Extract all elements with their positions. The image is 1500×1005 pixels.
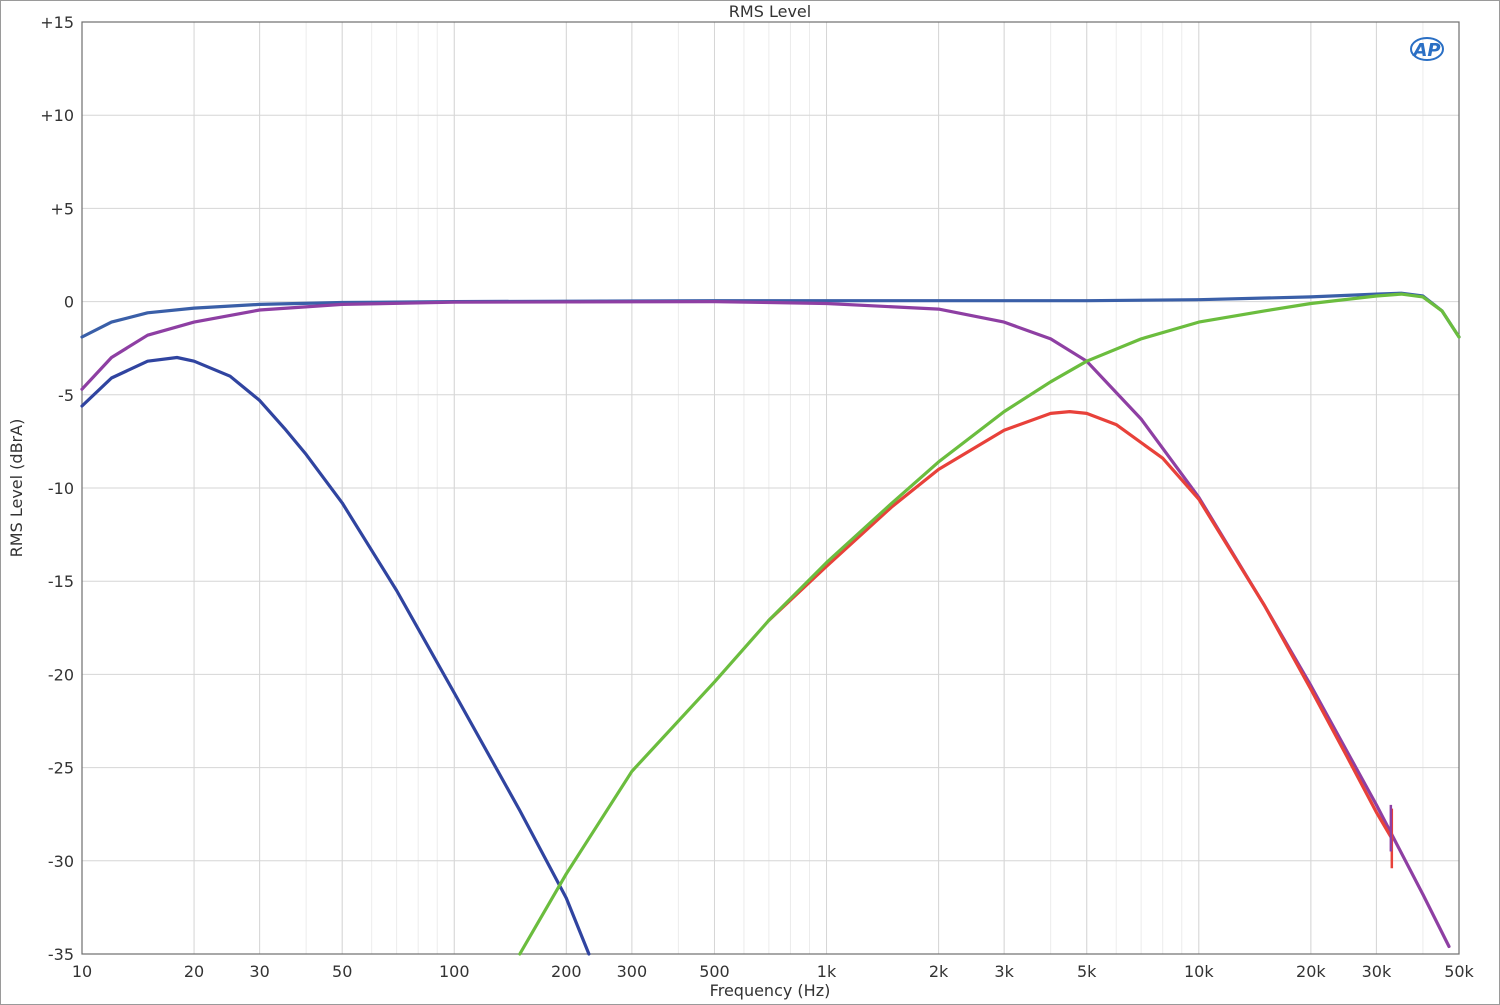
y-tick-label: -15 xyxy=(48,572,74,591)
major-gridlines xyxy=(82,22,1459,954)
x-tick-label: 300 xyxy=(617,962,648,981)
y-tick-labels: +15 +10 +5 0 -5 -10 -15 -20 -25 -30 -35 xyxy=(40,13,74,964)
x-tick-label: 10k xyxy=(1184,962,1214,981)
x-tick-label: 3k xyxy=(994,962,1014,981)
y-tick-label: -25 xyxy=(48,759,74,778)
x-tick-label: 20 xyxy=(184,962,204,981)
y-tick-label: +10 xyxy=(40,106,74,125)
y-tick-label: -35 xyxy=(48,945,74,964)
y-tick-label: -20 xyxy=(48,665,74,684)
y-tick-label: +5 xyxy=(50,199,74,218)
x-tick-label: 5k xyxy=(1077,962,1097,981)
x-tick-label: 2k xyxy=(929,962,949,981)
x-tick-label: 200 xyxy=(551,962,582,981)
series-layer xyxy=(80,291,1461,956)
y-tick-label: -30 xyxy=(48,852,74,871)
series-line-5 xyxy=(518,292,1461,956)
series-line-3 xyxy=(80,355,591,956)
x-tick-label: 100 xyxy=(439,962,470,981)
y-tick-label: -10 xyxy=(48,479,74,498)
x-tick-label: 30k xyxy=(1362,962,1392,981)
y-tick-label: +15 xyxy=(40,13,74,32)
x-tick-label: 20k xyxy=(1296,962,1326,981)
chart-title: RMS Level xyxy=(729,2,811,21)
x-tick-label: 500 xyxy=(699,962,730,981)
rms-level-chart: RMS Level +15+10+50-5-10-15-20-25-30-35 … xyxy=(7,2,1475,1000)
x-axis-label: Frequency (Hz) xyxy=(710,981,831,1000)
x-tick-label: 30 xyxy=(249,962,269,981)
ap-logo: AP xyxy=(1410,37,1444,61)
x-tick-label: 50 xyxy=(332,962,352,981)
x-tick-labels: 10 20 30 50 100 200 300 500 1k 2k 3k 5k 10k 20k 30k 50k xyxy=(72,962,1475,981)
x-tick-label: 50k xyxy=(1444,962,1474,981)
marker-layer xyxy=(1389,804,1394,869)
ap-logo-text: AP xyxy=(1411,40,1440,61)
y-tick-label: 0 xyxy=(64,293,74,312)
x-tick-label: 1k xyxy=(817,962,837,981)
y-axis-label: RMS Level (dBrA) xyxy=(7,419,26,558)
x-tick-label: 10 xyxy=(72,962,92,981)
y-tick-label: -5 xyxy=(58,386,74,405)
series-line-4 xyxy=(767,410,1394,840)
series-line-1 xyxy=(80,291,1461,339)
